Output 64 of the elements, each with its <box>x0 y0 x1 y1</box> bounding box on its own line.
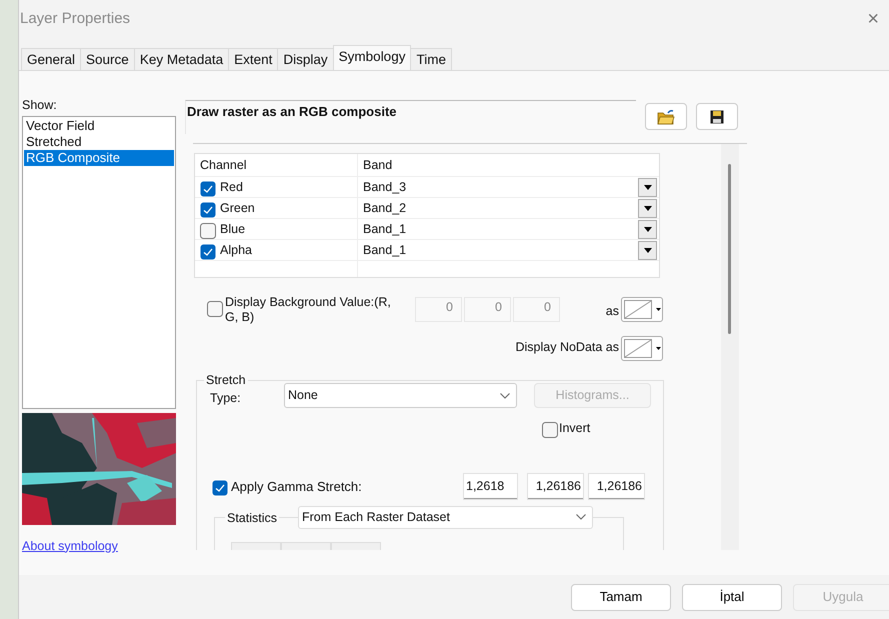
channel-label: Red <box>220 178 243 196</box>
tab[interactable]: Time <box>410 48 452 70</box>
group-title: Stretch <box>205 373 247 387</box>
open-button[interactable] <box>645 103 687 130</box>
caret-icon <box>656 347 661 350</box>
list-item[interactable]: Stretched <box>24 134 174 150</box>
checkbox-label: Display Background Value:(R, G, B) <box>225 295 392 325</box>
checkbox[interactable] <box>200 221 216 237</box>
save-icon <box>710 110 724 124</box>
as-label: as <box>606 303 619 320</box>
checkbox[interactable] <box>207 299 223 315</box>
folder-icon <box>657 108 675 124</box>
band-value: Band_1 <box>363 242 406 259</box>
checkbox[interactable] <box>200 179 216 195</box>
gamma-field[interactable]: 1,26186 <box>589 474 644 499</box>
band-value: Band_1 <box>363 220 406 238</box>
dropdown-button[interactable] <box>638 240 657 260</box>
checkbox[interactable] <box>542 420 558 436</box>
column-header: Channel <box>200 156 247 174</box>
checkbox[interactable] <box>200 242 216 258</box>
gamma-field[interactable]: 1,2618 <box>464 474 517 499</box>
dropdown-button[interactable] <box>638 198 657 218</box>
caret-icon <box>644 184 652 190</box>
band-value: Band_2 <box>363 200 406 217</box>
type-label: Type: <box>210 390 242 408</box>
column-header: Band <box>363 156 392 174</box>
checkbox-label: Apply Gamma Stretch: <box>231 478 363 496</box>
close-button[interactable]: × <box>863 9 883 29</box>
gamma-field[interactable]: 1,26186 <box>528 474 583 499</box>
list-item[interactable]: Vector Field <box>24 118 174 134</box>
group-title: Statistics <box>226 510 278 525</box>
save-button[interactable] <box>696 103 738 130</box>
tab[interactable]: General <box>21 48 82 70</box>
channel-label: Alpha <box>220 242 252 259</box>
checkbox-label: Invert <box>559 420 590 437</box>
tab[interactable]: Key Metadata <box>134 48 230 70</box>
checkbox[interactable] <box>212 478 228 494</box>
tab[interactable]: Symbology <box>332 45 412 70</box>
symbol-dropdown[interactable] <box>621 336 663 361</box>
dialog-button[interactable]: İptal <box>682 584 782 610</box>
scrollbar[interactable] <box>721 144 739 550</box>
caret-icon <box>644 248 652 252</box>
description-text: Draw raster as an RGB composite <box>185 100 636 134</box>
window-title: Layer Properties <box>20 8 130 29</box>
dropdown-button[interactable] <box>638 220 657 238</box>
caret-icon <box>644 206 652 210</box>
about-symbology-link[interactable]: About symbology <box>22 536 185 556</box>
type-select[interactable]: None <box>284 383 517 408</box>
caret-icon <box>644 226 652 232</box>
symbol-dropdown[interactable] <box>621 297 663 322</box>
channel-label: Green <box>220 200 255 217</box>
nodata-label: Display NoData as <box>515 339 619 356</box>
statistics-select[interactable]: From Each Raster Dataset <box>298 506 593 529</box>
channel-label: Blue <box>220 220 246 238</box>
show-label: Show: <box>22 97 58 114</box>
list-item[interactable]: RGB Composite <box>24 150 174 166</box>
checkbox[interactable] <box>200 200 216 216</box>
dropdown-button[interactable] <box>638 178 657 196</box>
chevron-down-icon <box>576 514 586 520</box>
dialog-button[interactable]: Tamam <box>571 584 671 610</box>
caret-icon <box>656 308 661 311</box>
tab[interactable]: Display <box>277 48 334 70</box>
chevron-down-icon <box>500 392 510 398</box>
band-value: Band_3 <box>363 178 406 196</box>
